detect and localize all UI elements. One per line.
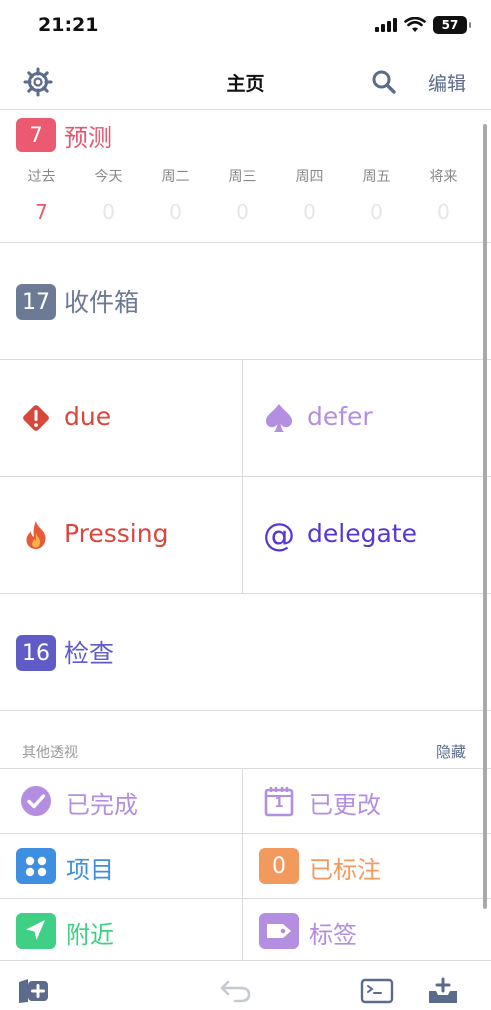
tags-label: 标签 <box>309 921 357 949</box>
wifi-icon <box>404 17 426 32</box>
search-button[interactable] <box>370 68 398 96</box>
undo-button[interactable] <box>218 977 252 1005</box>
day-name: 过去 <box>27 169 56 185</box>
status-time: 21:21 <box>38 14 99 36</box>
fire-icon <box>20 517 52 553</box>
search-icon <box>372 70 396 94</box>
day-count: 0 <box>169 200 182 224</box>
bottom-toolbar <box>0 960 491 1010</box>
flagged-row[interactable]: 0 已标注 <box>243 834 491 899</box>
forecast-day[interactable]: 将来 0 <box>410 166 477 224</box>
calendar-day-number: 1 <box>274 796 284 811</box>
review-row[interactable]: 16 检查 <box>0 594 491 711</box>
review-count-badge: 16 <box>16 635 56 671</box>
day-name: 周二 <box>161 169 190 185</box>
undo-icon <box>220 980 251 1003</box>
day-name: 周三 <box>228 169 257 185</box>
checkmark-circle-icon <box>16 783 56 819</box>
projects-icon <box>16 848 56 884</box>
flagged-label: 已标注 <box>309 856 381 884</box>
forecast-days: 过去 7 今天 0 周二 0 周三 0 周四 0 周五 0 将来 0 <box>8 166 478 224</box>
inbox-add-icon <box>429 977 457 1003</box>
tag-due-label: due <box>64 402 112 431</box>
day-count: 0 <box>437 200 450 224</box>
forecast-day[interactable]: 周三 0 <box>209 166 276 224</box>
forecast-day[interactable]: 周五 0 <box>343 166 410 224</box>
scrollbar[interactable] <box>483 124 487 909</box>
day-name: 今天 <box>94 169 123 185</box>
calendar-icon: 1 <box>259 783 299 819</box>
forecast-label: 预测 <box>64 124 112 152</box>
page-title: 主页 <box>226 73 265 95</box>
tag-pressing-row[interactable]: Pressing <box>0 477 243 594</box>
changed-row[interactable]: 1 已更改 <box>243 769 491 834</box>
completed-label: 已完成 <box>66 791 138 819</box>
changed-label: 已更改 <box>309 791 381 819</box>
flagged-count-badge: 0 <box>259 848 299 884</box>
completed-row[interactable]: 已完成 <box>0 769 243 834</box>
nearby-row[interactable]: 附近 <box>0 899 243 964</box>
review-label: 检查 <box>64 639 115 668</box>
tag-delegate-row[interactable]: @ delegate <box>243 477 491 594</box>
section-title: 其他透视 <box>22 745 78 761</box>
terminal-icon <box>360 978 394 1004</box>
add-perspective-button[interactable] <box>16 977 50 1005</box>
tag-delegate-label: delegate <box>307 519 417 548</box>
forecast-section[interactable]: 7 预测 过去 7 今天 0 周二 0 周三 0 周四 0 周五 0 将来 0 <box>0 110 491 243</box>
add-perspective-icon <box>19 979 48 1003</box>
forecast-day[interactable]: 周四 0 <box>276 166 343 224</box>
cellular-signal-icon <box>375 18 397 32</box>
at-sign-icon: @ <box>263 516 295 554</box>
other-perspectives-header: 其他透视 隐藏 <box>0 710 491 769</box>
battery-icon: 57 <box>433 16 471 34</box>
status-bar: 21:21 57 <box>0 0 491 54</box>
tag-defer-row[interactable]: defer <box>243 360 491 477</box>
day-count: 7 <box>35 200 48 224</box>
forecast-day[interactable]: 过去 7 <box>8 166 75 224</box>
inbox-label: 收件箱 <box>64 288 140 317</box>
terminal-button[interactable] <box>360 977 394 1005</box>
status-icons: 57 <box>375 16 471 34</box>
edit-button[interactable]: 编辑 <box>428 69 466 96</box>
forecast-day[interactable]: 周二 0 <box>142 166 209 224</box>
day-count: 0 <box>370 200 383 224</box>
day-name: 周四 <box>295 169 324 185</box>
inbox-count-badge: 17 <box>16 284 56 320</box>
tag-icon <box>259 913 299 949</box>
tag-defer-label: defer <box>307 402 373 431</box>
location-arrow-icon <box>16 913 56 949</box>
nav-bar: 主页 编辑 <box>0 54 491 110</box>
quick-entry-button[interactable] <box>426 977 460 1005</box>
spade-icon <box>263 400 295 436</box>
day-count: 0 <box>303 200 316 224</box>
day-name: 将来 <box>429 169 458 185</box>
hide-button[interactable]: 隐藏 <box>436 741 466 762</box>
forecast-count-badge: 7 <box>16 118 56 152</box>
tag-pressing-label: Pressing <box>64 519 169 548</box>
tags-row[interactable]: 标签 <box>243 899 491 964</box>
projects-label: 项目 <box>66 856 114 884</box>
day-count: 0 <box>236 200 249 224</box>
day-count: 0 <box>102 200 115 224</box>
inbox-row[interactable]: 17 收件箱 <box>0 243 491 360</box>
day-name: 周五 <box>362 169 391 185</box>
diamond-alert-icon <box>20 400 52 436</box>
projects-row[interactable]: 项目 <box>0 834 243 899</box>
tag-due-row[interactable]: due <box>0 360 243 477</box>
forecast-day[interactable]: 今天 0 <box>75 166 142 224</box>
nearby-label: 附近 <box>66 921 114 949</box>
